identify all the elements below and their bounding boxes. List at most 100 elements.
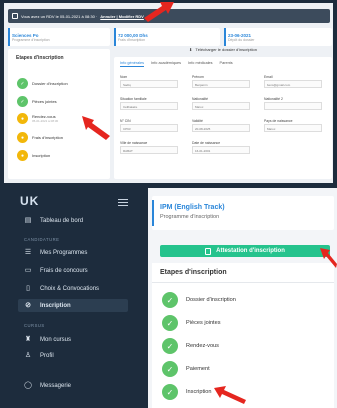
- red-arrow-annotation: [82, 116, 110, 140]
- step-label: Paiement: [186, 366, 210, 372]
- field-value[interactable]: Maroc: [264, 124, 322, 132]
- field-value[interactable]: [264, 102, 322, 110]
- step-rendez-vous[interactable]: ● Rendez-vous 05-01-2021 à 08:30: [17, 113, 58, 124]
- field-nationalite-2: Nationalité 2: [264, 97, 322, 110]
- step-dossier[interactable]: ✓ Dossier d'inscription: [17, 78, 68, 89]
- check-circle-icon: ⊘: [25, 302, 31, 309]
- section-candidature: CANDIDATURE: [24, 237, 60, 242]
- field-value[interactable]: 20-08-2025: [192, 124, 250, 132]
- main-content: IPM (English Track) Programme d'inscript…: [148, 188, 337, 408]
- step-inscription[interactable]: ✓ Inscription: [162, 384, 212, 400]
- sidebar-item-choix[interactable]: ▯ Choix & Convocations: [24, 285, 99, 292]
- sidebar: UK ▤ Tableau de bord CANDIDATURE ☰ Mes P…: [0, 188, 138, 408]
- field-date-naissance: Date de naissance 16-01-2001: [192, 141, 250, 154]
- check-icon: ✓: [162, 315, 178, 331]
- stat-accent: [114, 28, 116, 46]
- field-validite: Validité 20-08-2025: [192, 119, 250, 132]
- red-arrow-annotation: [144, 2, 174, 22]
- field-email: Email bens@gmail.com: [264, 75, 322, 88]
- sidebar-item-label: Tableau de bord: [40, 217, 84, 224]
- money-icon: ▭: [24, 267, 32, 274]
- sidebar-item-profil[interactable]: ♙ Profil: [24, 352, 54, 359]
- step-rendez-vous[interactable]: ✓ Rendez-vous: [162, 338, 219, 354]
- field-value[interactable]: Maroc: [192, 102, 250, 110]
- download-icon: ⬇: [188, 46, 193, 52]
- divider: [152, 282, 334, 283]
- sidebar-item-frais[interactable]: ▭ Frais de concours: [24, 267, 88, 274]
- step-dossier[interactable]: ✓ Dossier d'inscription: [162, 292, 236, 308]
- document-icon: ▯: [26, 285, 30, 292]
- field-value[interactable]: 16-01-2001: [192, 146, 250, 154]
- sidebar-item-label: Profil: [40, 352, 54, 359]
- red-arrow-annotation: [320, 248, 337, 268]
- step-label: Pièces jointes: [186, 320, 221, 326]
- tab-info-generales[interactable]: Info générales: [120, 61, 145, 67]
- pending-icon: ●: [17, 132, 28, 143]
- sidebar-item-label: Inscription: [40, 302, 71, 309]
- sidebar-item-label: Mes Programmes: [40, 249, 88, 256]
- check-icon: ✓: [162, 338, 178, 354]
- graduation-cap-icon: ♜: [24, 336, 32, 343]
- tab-info-academiques[interactable]: Info académiques: [151, 61, 181, 67]
- download-label: Télécharger le dossier d'inscription: [195, 46, 258, 52]
- sidebar-item-label: Frais de concours: [40, 267, 88, 274]
- step-sub: 05-01-2021 à 08:30: [32, 119, 59, 123]
- field-value[interactable]: Célibataire: [120, 102, 178, 110]
- stat-label: Dépôt du dossier: [228, 38, 255, 42]
- chat-bubble-icon: ◯: [24, 382, 32, 389]
- rdv-cancel-modify-link[interactable]: Annuler | Modifier RDV: [100, 14, 144, 19]
- step-label: Inscription: [32, 153, 51, 158]
- app-logo: UK: [20, 194, 40, 208]
- step-label: Dossier d'inscription: [32, 81, 68, 86]
- step-pieces[interactable]: ✓ Pièces jointes: [17, 96, 57, 107]
- download-dossier-link[interactable]: ⬇ Télécharger le dossier d'inscription: [114, 45, 332, 53]
- stat-label: Frais d'inscription: [118, 38, 146, 42]
- field-label: Email: [264, 75, 273, 79]
- top-app-window: Vous avez un RDV le 05-01-2021 à 08:30 ·…: [4, 3, 333, 183]
- tab-info-medicales[interactable]: Info médicales: [188, 61, 212, 67]
- sidebar-item-messagerie[interactable]: ◯ Messagerie: [24, 382, 71, 389]
- stat-label: Programme d'inscription: [12, 38, 50, 42]
- check-icon: ✓: [162, 384, 178, 400]
- sidebar-item-mon-cursus[interactable]: ♜ Mon cursus: [24, 336, 71, 343]
- field-label: N° CIN: [120, 119, 131, 123]
- field-label: Date de naissance: [192, 141, 221, 145]
- pending-icon: ●: [17, 113, 28, 124]
- field-label: Prénom: [192, 75, 204, 79]
- step-label: Rendez-vous 05-01-2021 à 08:30: [32, 114, 58, 123]
- sidebar-item-programmes[interactable]: ☰ Mes Programmes: [24, 249, 87, 256]
- field-value[interactable]: Benjamin: [192, 80, 250, 88]
- step-frais[interactable]: ● Frais d'inscription: [17, 132, 63, 143]
- section-cursus: CURSUS: [24, 323, 45, 328]
- program-accent: [152, 200, 154, 226]
- sidebar-item-inscription[interactable]: ⊘ Inscription: [18, 299, 128, 312]
- field-nationalite: Nationalité Maroc: [192, 97, 250, 110]
- sidebar-item-label: Mon cursus: [40, 336, 72, 343]
- calendar-icon: [12, 13, 18, 19]
- attestation-button[interactable]: Attestation d'inscription: [160, 245, 330, 257]
- field-prenom: Prénom Benjamin: [192, 75, 250, 88]
- check-icon: ✓: [17, 96, 28, 107]
- step-inscription[interactable]: ● Inscription: [17, 150, 50, 161]
- tab-parents[interactable]: Parents: [220, 61, 233, 67]
- user-icon: ♙: [24, 352, 32, 359]
- field-value[interactable]: Sadiq: [120, 80, 178, 88]
- field-value[interactable]: bens@gmail.com: [264, 80, 322, 88]
- field-label: Pays de naissance: [264, 119, 293, 123]
- field-label: Nom: [120, 75, 128, 79]
- field-label: Validité: [192, 119, 203, 123]
- step-paiement[interactable]: ✓ Paiement: [162, 361, 210, 377]
- field-value[interactable]: RABAT: [120, 146, 178, 154]
- dashboard-icon: ▤: [24, 217, 32, 224]
- sidebar-item-label: Messagerie: [40, 382, 72, 389]
- step-pieces[interactable]: ✓ Pièces jointes: [162, 315, 221, 331]
- pending-icon: ●: [17, 150, 28, 161]
- sidebar-item-dashboard[interactable]: ▤ Tableau de bord: [24, 217, 83, 224]
- program-title: IPM (English Track): [160, 204, 225, 211]
- program-subtitle: Programme d'inscription: [160, 214, 220, 220]
- document-icon: [205, 247, 212, 255]
- red-arrow-annotation: [214, 386, 246, 404]
- hamburger-menu-icon[interactable]: [118, 199, 128, 208]
- program-card: IPM (English Track) Programme d'inscript…: [152, 196, 334, 230]
- field-value[interactable]: CP93: [120, 124, 178, 132]
